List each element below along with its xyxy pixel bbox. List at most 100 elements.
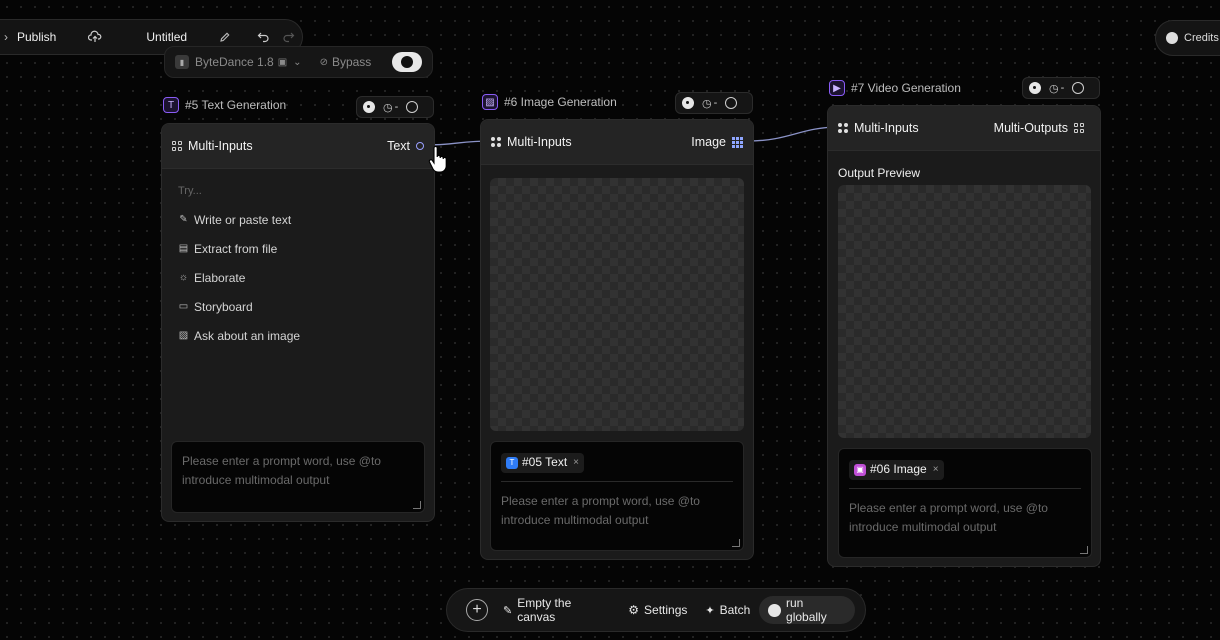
run-node-icon[interactable] bbox=[682, 97, 694, 109]
credits-icon bbox=[1166, 32, 1178, 44]
node6-prompt-placeholder: Please enter a prompt word, use @to intr… bbox=[501, 493, 700, 527]
output-preview-label: Output Preview bbox=[838, 166, 921, 180]
info-icon[interactable] bbox=[725, 97, 738, 109]
image-preview-area bbox=[490, 178, 744, 431]
video-preview-area bbox=[838, 185, 1091, 438]
image-tag-icon: ▣ bbox=[854, 463, 866, 476]
node5-prompt-input[interactable]: Please enter a prompt word, use @to intr… bbox=[171, 441, 425, 513]
node5-title[interactable]: T #5 Text Generation bbox=[163, 97, 286, 113]
node7-prompt-input[interactable]: ▣ #06 Image × Please enter a prompt word… bbox=[838, 448, 1092, 558]
node6-output-label: Image bbox=[691, 135, 726, 149]
menu-elaborate[interactable]: ☼ Elaborate bbox=[178, 263, 418, 292]
model-selector-bar: ▮ ByteDance 1.8 ▣ ⌄ ⊘ Bypass bbox=[164, 46, 433, 78]
gear-icon: ⚙ bbox=[628, 603, 640, 617]
menu-storyboard[interactable]: ▭ Storyboard bbox=[178, 292, 418, 321]
resize-handle-icon[interactable] bbox=[1080, 546, 1088, 554]
node6-header: Multi-Inputs Image bbox=[481, 120, 753, 165]
run-toggle[interactable] bbox=[392, 52, 422, 72]
text-output-port[interactable] bbox=[416, 142, 424, 150]
undo-button[interactable] bbox=[257, 31, 270, 43]
model-logo-icon: ▮ bbox=[175, 55, 189, 69]
edit-pencil-icon bbox=[220, 32, 230, 42]
node5-tools: ◷ - bbox=[356, 96, 434, 118]
rename-button[interactable] bbox=[219, 31, 231, 43]
node6-card[interactable]: Multi-Inputs Image T #05 Text × Please e… bbox=[480, 119, 754, 560]
timer-icon[interactable]: ◷ bbox=[383, 101, 393, 114]
reference-tag[interactable]: ▣ #06 Image × bbox=[849, 459, 944, 480]
undo-icon bbox=[257, 32, 269, 43]
run-icon bbox=[768, 603, 782, 617]
video-camera-icon: ▭ bbox=[178, 301, 189, 312]
menu-extract-file[interactable]: ▤ Extract from file bbox=[178, 234, 418, 263]
reference-tag-label: #05 Text bbox=[522, 455, 568, 469]
text-node-icon: T bbox=[163, 97, 179, 113]
node5-output-label: Text bbox=[387, 139, 410, 153]
node5-timer-value: - bbox=[394, 101, 399, 113]
image-node-icon: ▨ bbox=[482, 94, 498, 110]
reference-tag-label: #06 Image bbox=[870, 462, 927, 476]
lightbulb-icon: ☼ bbox=[178, 272, 189, 283]
node5-header: Multi-Inputs Text bbox=[162, 124, 434, 169]
node6-title-label: #6 Image Generation bbox=[504, 95, 617, 109]
node7-title-label: #7 Video Generation bbox=[851, 81, 961, 95]
node5-card[interactable]: Multi-Inputs Text Try... ✎ Write or paste… bbox=[161, 123, 435, 522]
toggle-knob bbox=[401, 56, 413, 68]
timer-icon[interactable]: ◷ bbox=[1049, 82, 1059, 95]
resize-handle-icon[interactable] bbox=[732, 539, 740, 547]
batch-label: Batch bbox=[719, 603, 751, 617]
run-globally-label: run globally bbox=[786, 596, 827, 624]
node7-title[interactable]: ▶ #7 Video Generation bbox=[829, 80, 961, 96]
node7-tools: ◷ - bbox=[1022, 77, 1100, 99]
batch-button[interactable]: ✦ Batch bbox=[696, 596, 759, 624]
bypass-label: Bypass bbox=[331, 55, 372, 69]
credits-pill[interactable]: Credits bbox=[1155, 20, 1220, 56]
close-icon[interactable]: × bbox=[933, 460, 939, 479]
workflow-title[interactable]: Untitled bbox=[146, 30, 187, 44]
multi-outputs-icon[interactable] bbox=[1074, 123, 1084, 133]
settings-button[interactable]: ⚙ Settings bbox=[619, 596, 696, 624]
node7-prompt-placeholder: Please enter a prompt word, use @to intr… bbox=[849, 500, 1048, 534]
node5-title-label: #5 Text Generation bbox=[185, 98, 287, 112]
bottom-toolbar: + ✎ Empty the canvas ⚙ Settings ✦ Batch … bbox=[446, 588, 866, 632]
menu-ask-image-label: Ask about an image bbox=[194, 328, 301, 343]
node7-header: Multi-Inputs Multi-Outputs bbox=[828, 106, 1100, 151]
settings-label: Settings bbox=[644, 603, 688, 617]
info-icon[interactable] bbox=[406, 101, 419, 113]
redo-icon bbox=[283, 32, 295, 43]
model-image-icon: ▣ bbox=[277, 56, 288, 68]
menu-write-text-label: Write or paste text bbox=[194, 212, 292, 227]
multi-inputs-icon bbox=[491, 137, 501, 147]
add-node-button[interactable]: + bbox=[457, 596, 494, 624]
node5-inputs-label: Multi-Inputs bbox=[188, 139, 253, 153]
run-globally-button[interactable]: run globally bbox=[759, 596, 855, 624]
run-node-icon[interactable] bbox=[363, 101, 375, 113]
pencil-icon: ✎ bbox=[179, 214, 188, 225]
publish-button[interactable]: › Publish bbox=[0, 30, 56, 44]
node6-tools: ◷ - bbox=[675, 92, 753, 114]
menu-ask-image[interactable]: ▨ Ask about an image bbox=[178, 321, 418, 350]
node7-output-label: Multi-Outputs bbox=[993, 121, 1068, 135]
chevron-down-icon[interactable]: ⌄ bbox=[293, 57, 301, 68]
node6-inputs-label: Multi-Inputs bbox=[507, 135, 572, 149]
upload-button[interactable] bbox=[88, 30, 102, 44]
info-icon[interactable] bbox=[1072, 82, 1085, 94]
redo-button[interactable] bbox=[282, 31, 295, 43]
resize-handle-icon[interactable] bbox=[413, 501, 421, 509]
reference-tag[interactable]: T #05 Text × bbox=[501, 452, 584, 473]
video-node-icon: ▶ bbox=[829, 80, 845, 96]
node6-title[interactable]: ▨ #6 Image Generation bbox=[482, 94, 617, 110]
node7-card[interactable]: Multi-Inputs Multi-Outputs Output Previe… bbox=[827, 105, 1101, 567]
bypass-button[interactable]: ⊘ Bypass bbox=[320, 55, 372, 69]
node7-timer-value: - bbox=[1060, 82, 1065, 94]
empty-canvas-button[interactable]: ✎ Empty the canvas bbox=[494, 596, 619, 624]
model-name[interactable]: ByteDance 1.8 bbox=[195, 55, 274, 69]
close-icon[interactable]: × bbox=[573, 453, 579, 472]
menu-write-text[interactable]: ✎ Write or paste text bbox=[178, 205, 418, 234]
bypass-icon: ⊘ bbox=[319, 56, 328, 68]
file-icon: ▤ bbox=[178, 243, 189, 254]
node6-prompt-input[interactable]: T #05 Text × Please enter a prompt word,… bbox=[490, 441, 744, 551]
timer-icon[interactable]: ◷ bbox=[702, 97, 712, 110]
run-node-icon[interactable] bbox=[1029, 82, 1041, 94]
node6-timer-value: - bbox=[713, 97, 718, 109]
image-output-port[interactable] bbox=[732, 136, 743, 148]
